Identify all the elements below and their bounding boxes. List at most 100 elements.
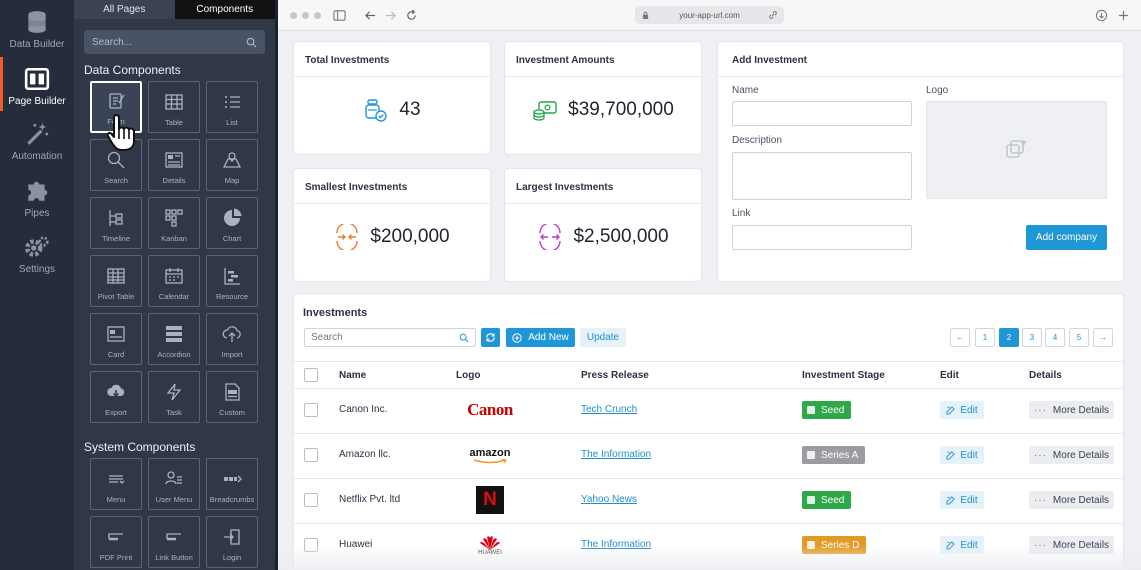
press-release-link[interactable]: The Information — [581, 449, 651, 460]
address-bar[interactable]: your-app-url.com — [635, 6, 784, 24]
component-kanban[interactable]: Kanban — [148, 197, 200, 249]
column-header-edit[interactable]: Edit — [940, 370, 959, 381]
rail-item-settings[interactable]: Settings — [0, 234, 74, 275]
row-checkbox[interactable] — [304, 493, 318, 507]
press-release-link[interactable]: Yahoo News — [581, 494, 637, 505]
rail-item-page-builder[interactable]: Page Builder — [0, 66, 74, 107]
more-details-button[interactable]: ··· More Details — [1029, 491, 1114, 509]
database-icon — [28, 11, 46, 33]
components-panel: All Pages Components Data Components For… — [74, 0, 278, 570]
divider — [294, 76, 490, 77]
company-name: Canon Inc. — [339, 404, 388, 415]
link-icon[interactable] — [768, 10, 778, 20]
new-tab-plus-icon[interactable] — [1117, 9, 1130, 22]
component-link-button[interactable]: Link Button — [148, 516, 200, 568]
edit-icon — [946, 495, 956, 505]
component-chart[interactable]: Chart — [206, 197, 258, 249]
component-resource[interactable]: Resource — [206, 255, 258, 307]
window-dot-close[interactable] — [290, 12, 297, 19]
window-dot-maximize[interactable] — [314, 12, 321, 19]
component-list[interactable]: List — [206, 81, 258, 133]
stat-value-row: $39,700,000 — [505, 97, 701, 123]
login-icon — [224, 529, 240, 545]
gear-icon — [25, 236, 49, 257]
component-table[interactable]: Table — [148, 81, 200, 133]
component-search-input[interactable] — [92, 36, 246, 48]
stat-value-row: $2,500,000 — [505, 224, 701, 250]
back-arrow-icon[interactable] — [364, 9, 377, 22]
select-all-checkbox[interactable] — [304, 368, 318, 382]
row-checkbox[interactable] — [304, 448, 318, 462]
more-details-button[interactable]: ··· More Details — [1029, 446, 1114, 464]
edit-button[interactable]: Edit — [940, 446, 984, 464]
column-header-investment-stage[interactable]: Investment Stage — [802, 370, 885, 381]
refresh-button[interactable] — [481, 328, 500, 347]
component-details[interactable]: Details — [148, 139, 200, 191]
component-export[interactable]: Export — [90, 371, 142, 423]
edit-button[interactable]: Edit — [940, 491, 984, 509]
link-input[interactable] — [732, 225, 912, 250]
sidebar-toggle-icon[interactable] — [333, 9, 346, 22]
component-user-menu[interactable]: User Menu — [148, 458, 200, 510]
description-textarea[interactable] — [732, 152, 912, 200]
edit-button[interactable]: Edit — [940, 401, 984, 419]
column-header-press-release[interactable]: Press Release — [581, 370, 649, 381]
component-import[interactable]: Import — [206, 313, 258, 365]
reload-icon[interactable] — [405, 9, 418, 22]
column-header-details[interactable]: Details — [1029, 370, 1062, 381]
page-next-button[interactable]: → — [1093, 328, 1113, 347]
component-custom[interactable]: Custom — [206, 371, 258, 423]
rail-label: Data Builder — [9, 39, 65, 50]
card-title: Smallest Investments — [305, 182, 408, 193]
page-button[interactable]: 2 — [999, 328, 1019, 347]
page-button[interactable]: 4 — [1045, 328, 1065, 347]
add-new-label: Add New — [528, 332, 569, 343]
component-pdf-print[interactable]: PDF Print — [90, 516, 142, 568]
stat-value: $2,500,000 — [573, 226, 669, 247]
add-new-button[interactable]: Add New — [506, 328, 575, 347]
update-button[interactable]: Update — [580, 328, 626, 347]
name-label: Name — [732, 85, 759, 96]
refresh-icon — [486, 333, 495, 342]
forward-arrow-icon[interactable] — [384, 9, 397, 22]
column-header-logo[interactable]: Logo — [456, 370, 480, 381]
component-accordion[interactable]: Accordion — [148, 313, 200, 365]
component-task[interactable]: Task — [148, 371, 200, 423]
rail-label: Pipes — [24, 208, 50, 219]
component-timeline[interactable]: Timeline — [90, 197, 142, 249]
component-calendar[interactable]: Calendar — [148, 255, 200, 307]
page-button[interactable]: 5 — [1069, 328, 1089, 347]
table-search-input[interactable] — [311, 332, 459, 343]
name-input[interactable] — [732, 101, 912, 126]
rail-item-data-builder[interactable]: Data Builder — [0, 9, 74, 50]
page-button[interactable]: 1 — [975, 328, 995, 347]
link-button-icon — [166, 533, 181, 541]
company-logo-text: amazon — [469, 446, 511, 459]
check-square-icon — [807, 496, 815, 504]
edit-icon — [946, 450, 956, 460]
page-prev-button[interactable]: ← — [950, 328, 970, 347]
component-label: Calendar — [158, 292, 190, 301]
tab-components[interactable]: Components — [174, 0, 275, 19]
component-card[interactable]: Card — [90, 313, 142, 365]
pdf-print-icon — [108, 533, 123, 541]
component-menu[interactable]: Menu — [90, 458, 142, 510]
download-icon[interactable] — [1095, 9, 1108, 22]
rail-item-pipes[interactable]: Pipes — [0, 178, 74, 219]
component-map[interactable]: Map — [206, 139, 258, 191]
press-release-link[interactable]: Tech Crunch — [581, 404, 637, 415]
component-pivot-table[interactable]: Pivot Table — [90, 255, 142, 307]
tab-all-pages[interactable]: All Pages — [74, 0, 175, 19]
more-details-button[interactable]: ··· More Details — [1029, 401, 1114, 419]
component-breadcrumbs[interactable]: Breadcrumbs — [206, 458, 258, 510]
rail-item-automation[interactable]: Automation — [0, 121, 74, 162]
logo-upload-area[interactable] — [926, 101, 1107, 199]
page-button[interactable]: 3 — [1022, 328, 1042, 347]
component-login[interactable]: Login — [206, 516, 258, 568]
arrows-in-icon — [336, 224, 359, 250]
column-header-name[interactable]: Name — [339, 370, 366, 381]
window-dot-minimize[interactable] — [302, 12, 309, 19]
row-checkbox[interactable] — [304, 403, 318, 417]
table-icon — [165, 94, 183, 110]
add-company-button[interactable]: Add company — [1026, 225, 1107, 250]
